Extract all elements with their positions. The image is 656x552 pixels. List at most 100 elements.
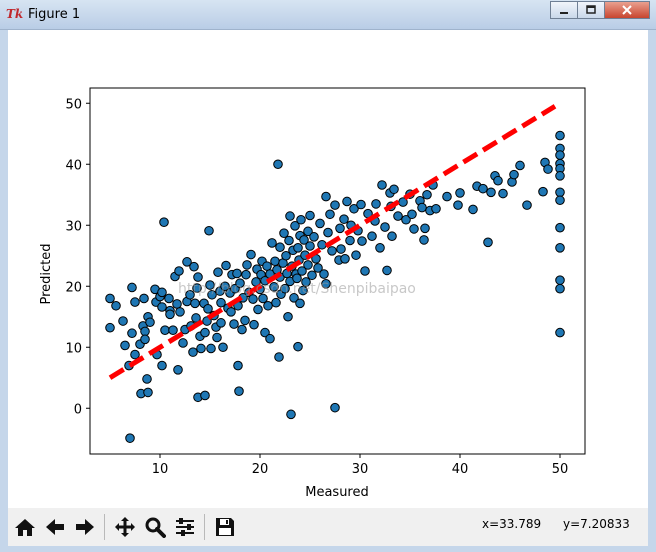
- data-point: [442, 191, 452, 202]
- data-point: [360, 266, 370, 276]
- data-point: [555, 195, 565, 206]
- x-tick-label: 20: [252, 462, 269, 477]
- data-point: [196, 343, 206, 354]
- data-point: [555, 130, 565, 141]
- data-point: [295, 298, 305, 309]
- data-point: [233, 360, 243, 371]
- data-point: [120, 340, 130, 351]
- data-point: [139, 293, 149, 304]
- x-tick-label: 40: [452, 462, 469, 477]
- data-point: [273, 159, 283, 170]
- data-point: [419, 235, 429, 245]
- tk-feather-icon: Tk: [6, 7, 24, 21]
- data-point: [168, 325, 178, 335]
- zoom-magnifier-icon: [145, 517, 166, 538]
- y-tick-label: 30: [65, 219, 82, 234]
- data-point: [555, 283, 565, 294]
- data-point: [145, 317, 155, 328]
- data-point: [249, 319, 259, 330]
- data-point: [157, 360, 167, 371]
- data-point: [522, 200, 532, 210]
- home-button[interactable]: [11, 513, 39, 541]
- x-axis-label: Measured: [305, 485, 369, 500]
- pan-button[interactable]: [111, 513, 139, 541]
- home-icon: [15, 519, 35, 536]
- data-point: [389, 184, 399, 195]
- data-point: [330, 200, 340, 210]
- data-point: [206, 343, 216, 354]
- data-point: [538, 186, 548, 197]
- data-point: [498, 188, 508, 199]
- data-point: [345, 235, 355, 246]
- data-point: [204, 225, 214, 236]
- data-point: [417, 202, 427, 213]
- data-point: [486, 187, 496, 198]
- data-point: [218, 342, 228, 353]
- forward-button[interactable]: [71, 513, 99, 541]
- y-tick-label: 50: [65, 97, 82, 112]
- toolbar-separator: [204, 514, 205, 540]
- data-point: [420, 223, 430, 234]
- data-point: [375, 243, 385, 253]
- data-point: [478, 183, 488, 194]
- title-bar: Tk Figure 1: [0, 0, 656, 30]
- data-point: [160, 325, 170, 335]
- zoom-button[interactable]: [141, 513, 169, 541]
- data-point: [232, 268, 242, 279]
- data-point: [293, 243, 303, 253]
- data-point: [237, 324, 247, 335]
- configure-subplots-button[interactable]: [171, 513, 199, 541]
- data-point: [267, 238, 277, 248]
- y-axis-label: Predicted: [39, 243, 54, 304]
- data-point: [142, 374, 152, 384]
- data-point: [271, 297, 281, 308]
- data-point: [118, 316, 128, 326]
- close-button[interactable]: [604, 1, 650, 19]
- data-point: [190, 298, 200, 309]
- data-point: [174, 266, 184, 276]
- data-point: [515, 160, 525, 171]
- data-point: [336, 244, 346, 254]
- data-point: [309, 232, 319, 242]
- data-point: [165, 309, 175, 320]
- data-point: [296, 214, 306, 225]
- data-point: [226, 307, 236, 317]
- minimize-button[interactable]: [550, 1, 578, 19]
- data-point: [212, 332, 222, 343]
- data-point: [286, 409, 296, 420]
- data-point: [319, 269, 329, 279]
- data-point: [274, 352, 284, 362]
- data-point: [340, 254, 350, 264]
- data-point: [509, 169, 519, 180]
- cursor-y-readout: y=7.20833: [563, 517, 630, 531]
- data-point: [200, 390, 210, 401]
- data-point: [315, 218, 325, 229]
- save-button[interactable]: [211, 513, 239, 541]
- navigation-toolbar: x=33.789 y=7.20833: [0, 508, 656, 552]
- data-point: [216, 318, 226, 328]
- data-point: [342, 196, 352, 207]
- figure-canvas[interactable]: 10 20 30 40 50 0 10 20 30 40 50 http://blog.csdn.n…: [0, 30, 656, 508]
- maximize-button[interactable]: [577, 1, 605, 19]
- cursor-x-readout: x=33.789: [482, 517, 542, 531]
- data-point: [284, 235, 294, 246]
- data-point: [356, 199, 366, 210]
- data-point: [555, 222, 565, 233]
- data-point: [140, 326, 150, 337]
- data-point: [140, 334, 150, 345]
- axes-frame: [89, 87, 586, 455]
- data-point: [327, 246, 337, 256]
- data-point: [173, 365, 183, 375]
- back-button[interactable]: [41, 513, 69, 541]
- data-point: [293, 341, 303, 352]
- data-point: [265, 333, 275, 344]
- data-point: [307, 270, 317, 281]
- data-point: [335, 223, 345, 234]
- toolbar-separator: [104, 514, 105, 540]
- data-point: [105, 322, 115, 333]
- data-point: [270, 256, 280, 267]
- data-point: [317, 239, 327, 250]
- data-point: [175, 307, 185, 317]
- data-point: [242, 260, 252, 270]
- data-point: [339, 214, 349, 224]
